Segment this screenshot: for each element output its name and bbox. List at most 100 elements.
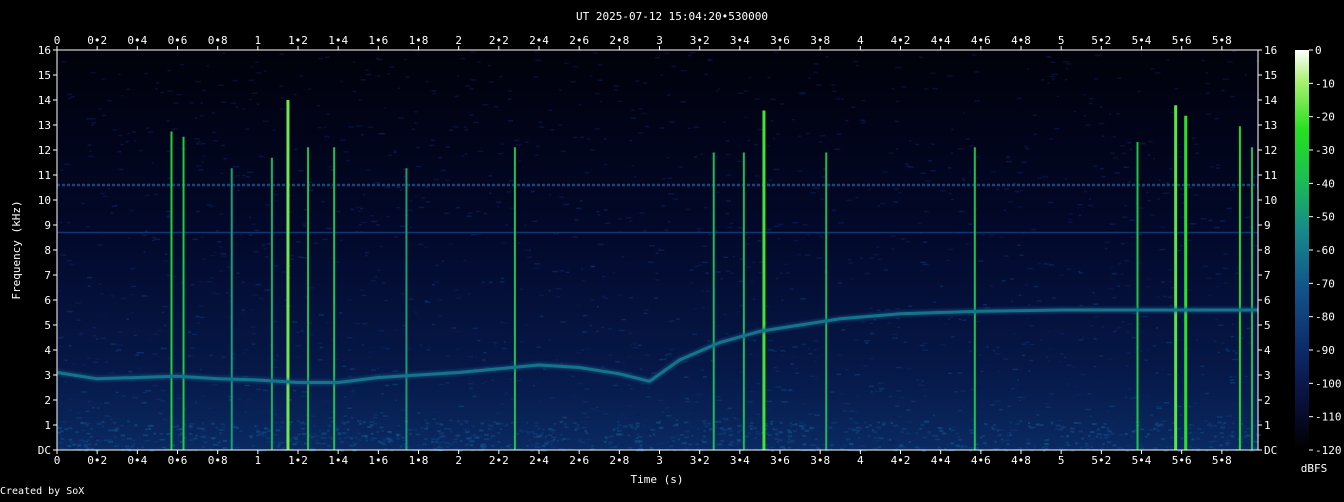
low-band-speck [650,428,655,431]
low-band-speck [1104,437,1108,440]
noise-speck [118,168,124,171]
low-band-speck [302,432,307,435]
noise-speck [296,331,300,334]
noise-speck [1109,405,1115,408]
noise-speck [747,139,750,142]
low-band-speck [846,438,851,441]
low-band-speck [77,444,81,447]
low-band-speck [80,422,85,424]
low-band-speck [538,434,543,437]
noise-speck [199,368,202,371]
noise-speck [118,331,123,333]
noise-speck [223,158,228,160]
noise-speck [755,430,759,433]
y-tick-label-left: 11 [38,169,51,182]
noise-speck [328,166,332,168]
noise-speck [110,295,114,297]
low-band-speck [1213,425,1218,428]
noise-speck [715,271,721,273]
noise-speck [115,391,119,394]
noise-speck [1178,151,1181,153]
noise-speck [904,396,907,399]
low-band-speck [196,427,201,430]
x-tick-label-bottom: 0•4 [127,454,147,467]
noise-speck [816,84,822,86]
noise-speck [213,139,218,142]
noise-speck [196,143,200,145]
noise-speck [534,267,540,269]
low-band-speck [312,424,316,427]
noise-speck [63,359,66,361]
noise-speck [1007,201,1013,203]
noise-speck [477,61,481,63]
low-band-speck [778,439,783,442]
noise-speck [78,332,83,334]
noise-speck [923,241,928,243]
low-band-speck [1156,424,1161,427]
noise-speck [1191,424,1195,426]
plot-area [56,49,1262,452]
noise-speck [575,418,579,421]
noise-speck [280,97,285,99]
low-band-speck [1080,446,1083,449]
noise-speck [373,414,379,416]
noise-speck [1225,348,1229,350]
noise-speck [1140,350,1143,352]
noise-speck [1112,397,1114,400]
noise-speck [1117,447,1123,449]
low-band-speck [188,425,193,428]
noise-speck [737,160,743,163]
y-tick-label-left: 15 [38,69,51,82]
noise-speck [565,271,570,274]
low-band-speck [486,438,489,441]
noise-speck [192,238,198,241]
noise-speck [640,383,645,385]
noise-speck [748,339,754,341]
low-band-speck [499,428,502,431]
x-tick-label-bottom: 3•2 [690,454,710,467]
noise-speck [59,345,62,348]
noise-speck [1222,78,1229,80]
low-band-speck [314,434,319,437]
noise-speck [1158,179,1161,182]
noise-speck [313,433,316,435]
noise-speck [582,373,587,376]
noise-speck [359,439,362,441]
noise-speck [947,318,951,320]
noise-speck [245,349,248,351]
noise-speck [685,397,690,400]
noise-speck [590,149,595,151]
noise-speck [915,143,920,146]
low-band-speck [1180,437,1184,440]
noise-speck [924,210,929,213]
noise-speck [758,272,762,274]
noise-speck [577,304,580,307]
noise-speck [661,442,664,444]
low-band-speck [526,445,529,447]
noise-speck [100,337,106,339]
y-tick-label-left: 4 [44,344,51,357]
noise-speck [816,425,821,427]
noise-speck [574,429,577,431]
noise-speck [69,263,75,266]
noise-speck [813,187,820,189]
noise-speck [177,447,181,449]
noise-speck [385,347,390,350]
noise-speck [798,135,802,137]
low-band-speck [905,432,911,435]
noise-speck [1036,300,1042,302]
low-band-speck [1017,447,1022,450]
noise-speck [1004,255,1009,257]
noise-speck [1073,110,1077,113]
noise-speck [62,421,65,423]
noise-speck [1049,138,1054,140]
y-tick-label-left: 2 [44,394,51,407]
noise-speck [1201,59,1206,62]
low-band-speck [224,439,227,442]
noise-speck [128,370,133,373]
noise-speck [71,447,76,449]
noise-speck [1228,447,1231,449]
noise-speck [279,53,285,55]
noise-speck [613,446,618,448]
noise-speck [860,50,864,52]
